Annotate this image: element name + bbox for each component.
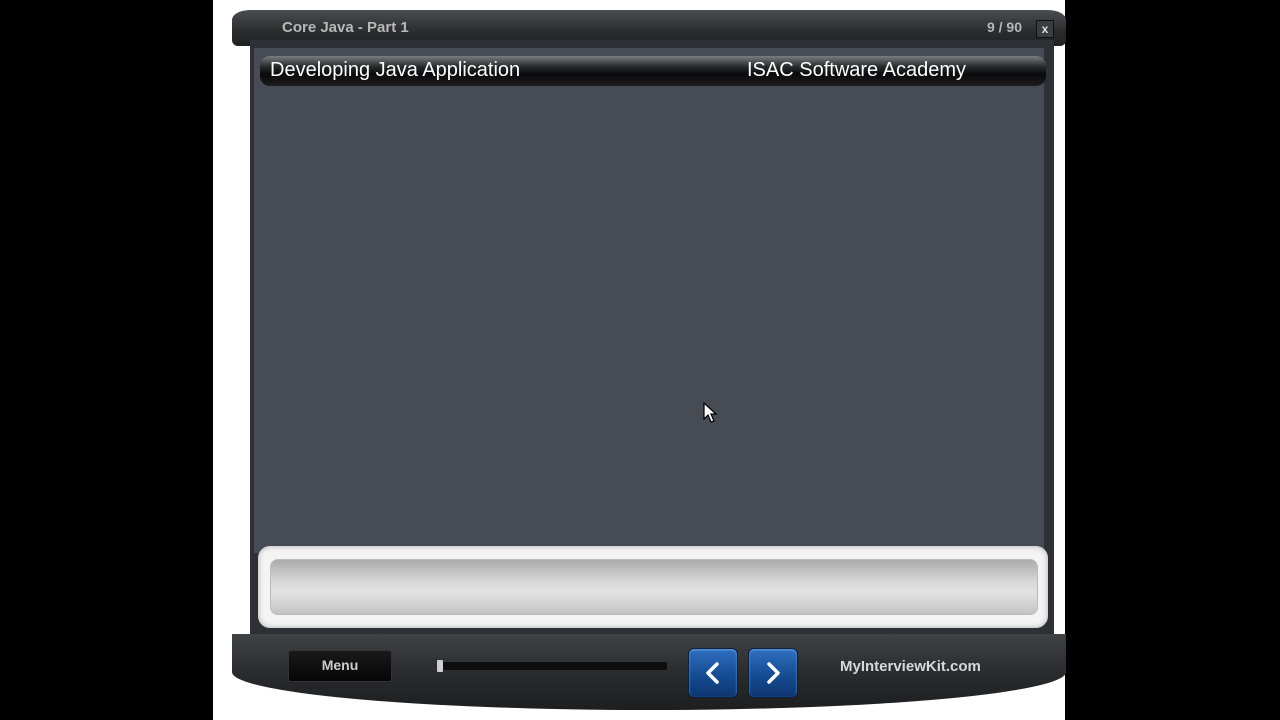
caption-text-area [270,559,1038,615]
mouse-cursor-icon [703,402,718,423]
progress-bar[interactable] [437,660,667,672]
close-button[interactable]: x [1036,20,1054,38]
chevron-right-icon [767,662,780,684]
window-title: Core Java - Part 1 [282,19,409,36]
progress-handle[interactable] [437,660,443,672]
previous-button[interactable] [688,648,738,698]
slide-area [254,48,1044,553]
presentation-player: Core Java - Part 1 9 / 90 x Developing J… [232,10,1066,710]
chevron-left-icon [706,662,719,684]
slide-title: Developing Java Application [270,59,521,81]
brand-label: MyInterviewKit.com [840,658,981,675]
slide-counter: 9 / 90 [986,19,1022,35]
control-bar: Menu MyInterviewKit.com [232,634,1066,710]
slide-academy: ISAC Software Academy [747,59,966,81]
menu-button[interactable]: Menu [288,650,392,682]
next-button[interactable] [748,648,798,698]
slide-header: Developing Java Application ISAC Softwar… [260,56,1046,86]
caption-box [258,546,1048,628]
